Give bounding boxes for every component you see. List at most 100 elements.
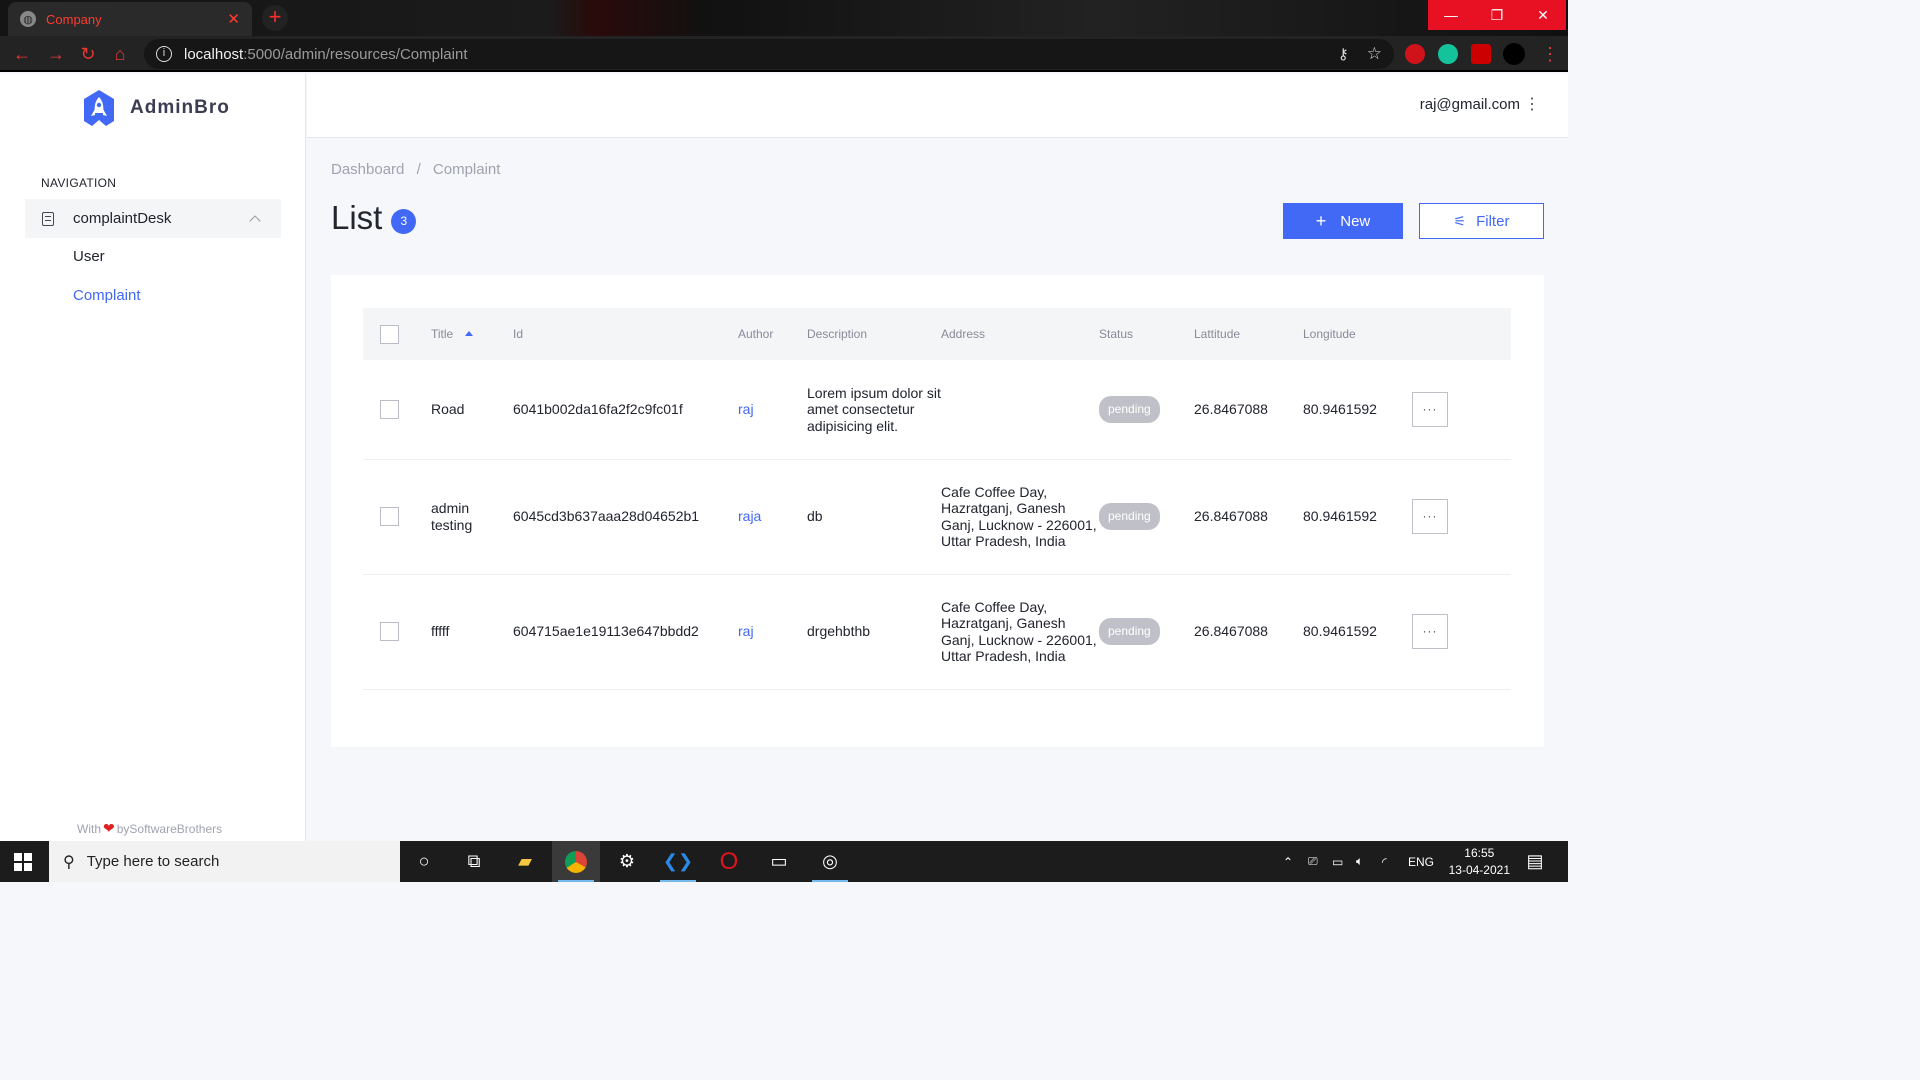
info-icon[interactable]: i	[156, 46, 172, 62]
cell-description: Lorem ipsum dolor sit amet consectetur a…	[807, 360, 941, 460]
cell-author-link[interactable]: raj	[738, 360, 807, 460]
table-row[interactable]: fffff 604715ae1e19113e647bbdd2 raj drgeh…	[363, 574, 1511, 690]
breadcrumb-complaint[interactable]: Complaint	[433, 161, 501, 178]
sidebar-item-user[interactable]: User	[73, 248, 105, 265]
bookmark-star-icon[interactable]: ☆	[1367, 44, 1382, 64]
header-lattitude[interactable]: Lattitude	[1194, 308, 1303, 360]
status-badge: pending	[1099, 503, 1160, 530]
cell-author-link[interactable]: raj	[738, 574, 807, 690]
records-table: Title Id Author Description Address Stat…	[363, 308, 1511, 690]
row-actions-button[interactable]: ···	[1412, 391, 1448, 427]
cortana-icon[interactable]: ○	[400, 841, 448, 882]
select-all-checkbox[interactable]	[380, 324, 399, 344]
browser-tab-bar: ◍ Company ✕ + — ❐ ✕	[0, 0, 1568, 36]
header-status[interactable]: Status	[1099, 308, 1194, 360]
close-tab-icon[interactable]: ✕	[227, 10, 240, 28]
row-actions-button[interactable]: ···	[1412, 614, 1448, 649]
cell-title: admin testing	[431, 459, 513, 575]
terminal-icon[interactable]: ▭	[755, 841, 803, 882]
cell-description: drgehbthb	[807, 574, 941, 690]
brand-logo[interactable]: AdminBro	[80, 89, 230, 127]
rocket-logo-icon	[84, 90, 114, 126]
search-icon: ⚲	[63, 853, 75, 871]
user-email[interactable]: raj@gmail.com	[1420, 96, 1520, 113]
breadcrumb-dashboard[interactable]: Dashboard	[331, 161, 404, 178]
close-window-button[interactable]: ✕	[1520, 0, 1566, 30]
table-row[interactable]: Road 6041b002da16fa2f2c9fc01f raj Lorem …	[363, 360, 1511, 460]
settings-gear-icon[interactable]: ⚙	[603, 841, 651, 882]
status-badge: pending	[1099, 618, 1160, 645]
reload-icon[interactable]: ↻	[78, 44, 98, 64]
key-icon[interactable]: ⚷	[1338, 45, 1349, 63]
browser-tab[interactable]: ◍ Company ✕	[8, 2, 252, 36]
row-checkbox[interactable]	[380, 399, 399, 419]
minimize-button[interactable]: —	[1428, 0, 1474, 30]
cell-author-link[interactable]: raja	[738, 459, 807, 575]
page-title-row: List 3	[331, 199, 417, 237]
header-address[interactable]: Address	[941, 308, 1099, 360]
address-bar[interactable]: i localhost:5000/admin/resources/Complai…	[144, 39, 1394, 69]
breadcrumb-separator: /	[416, 161, 421, 178]
header-description[interactable]: Description	[807, 308, 941, 360]
header-author[interactable]: Author	[738, 308, 807, 360]
footer-credit[interactable]: With ❤ bySoftwareBrothers	[77, 820, 222, 837]
row-actions-button[interactable]: ···	[1412, 499, 1448, 534]
chrome-icon[interactable]	[552, 841, 600, 882]
new-button-label: New	[1340, 212, 1371, 230]
home-icon[interactable]: ⌂	[110, 44, 130, 64]
globe-icon: ◍	[20, 11, 36, 27]
record-count-badge: 3	[391, 208, 417, 234]
navigation-heading: NAVIGATION	[41, 176, 117, 190]
taskbar-search-input[interactable]: ⚲ Type here to search	[49, 841, 400, 882]
new-tab-button[interactable]: +	[262, 5, 288, 31]
cell-id: 6041b002da16fa2f2c9fc01f	[513, 360, 738, 460]
filter-button[interactable]: ⚟ Filter	[1419, 203, 1544, 239]
notifications-icon[interactable]: ▤	[1512, 841, 1558, 882]
nav-group-label: complaintDesk	[73, 210, 172, 227]
extensions-puzzle-icon[interactable]	[1471, 44, 1491, 64]
header-title[interactable]: Title	[431, 308, 513, 360]
opera-icon[interactable]: O	[705, 841, 753, 882]
extension-hand-icon[interactable]	[1405, 44, 1425, 64]
file-explorer-icon[interactable]: ▰	[501, 841, 549, 882]
search-placeholder: Type here to search	[86, 853, 220, 870]
forward-icon[interactable]: →	[46, 44, 66, 64]
footer-with: With	[77, 821, 101, 836]
new-button[interactable]: + New	[1283, 203, 1403, 239]
url-path: :5000/admin/resources/Complaint	[243, 45, 468, 63]
browser-menu-icon[interactable]: ⋮	[1540, 44, 1560, 64]
battery-icon[interactable]: ▭	[1332, 841, 1343, 882]
nav-group-complaintdesk[interactable]: complaintDesk	[25, 199, 281, 238]
row-checkbox[interactable]	[380, 622, 399, 641]
tray-chevron-up-icon[interactable]: ⌃	[1283, 841, 1293, 882]
vscode-icon[interactable]: ❮❯	[654, 841, 702, 882]
taskbar: ⚲ Type here to search ○ ⧉ ▰ ⚙ ❮❯ O ▭ ◎ ⌃…	[0, 841, 1568, 882]
task-view-icon[interactable]: ⧉	[450, 841, 498, 882]
cell-longitude: 80.9461592	[1303, 360, 1412, 460]
windows-start-icon[interactable]	[14, 853, 32, 871]
header-longitude[interactable]: Longitude	[1303, 308, 1412, 360]
table-row[interactable]: admin testing 6045cd3b637aaa28d04652b1 r…	[363, 459, 1511, 575]
cell-address: Cafe Coffee Day, Hazratganj, Ganesh Ganj…	[941, 459, 1099, 575]
heart-icon: ❤	[103, 820, 115, 836]
clock-time: 16:55	[1464, 846, 1495, 860]
row-checkbox[interactable]	[380, 507, 399, 526]
language-indicator[interactable]: ENG	[1408, 841, 1434, 882]
network-adapter-icon[interactable]: ⎚	[1308, 841, 1318, 882]
page-title: List	[331, 199, 383, 236]
sidebar-item-complaint[interactable]: Complaint	[73, 287, 141, 304]
top-bar: raj@gmail.com ⋮	[307, 74, 1568, 138]
clock[interactable]: 16:55 13-04-2021	[1449, 845, 1510, 879]
app-dial-icon[interactable]: ◎	[806, 841, 854, 882]
user-menu-icon[interactable]: ⋮	[1524, 94, 1540, 114]
header-id[interactable]: Id	[513, 308, 738, 360]
back-icon[interactable]: ←	[12, 44, 32, 64]
volume-icon[interactable]: 🔈︎	[1356, 841, 1363, 882]
restore-button[interactable]: ❐	[1474, 0, 1520, 30]
profile-avatar-icon[interactable]	[1503, 43, 1525, 65]
wifi-icon[interactable]: ◜	[1382, 841, 1387, 882]
cell-lattitude: 26.8467088	[1194, 459, 1303, 575]
cell-title: fffff	[431, 574, 513, 690]
grammarly-icon[interactable]	[1438, 44, 1458, 64]
table-header-row: Title Id Author Description Address Stat…	[363, 308, 1511, 360]
